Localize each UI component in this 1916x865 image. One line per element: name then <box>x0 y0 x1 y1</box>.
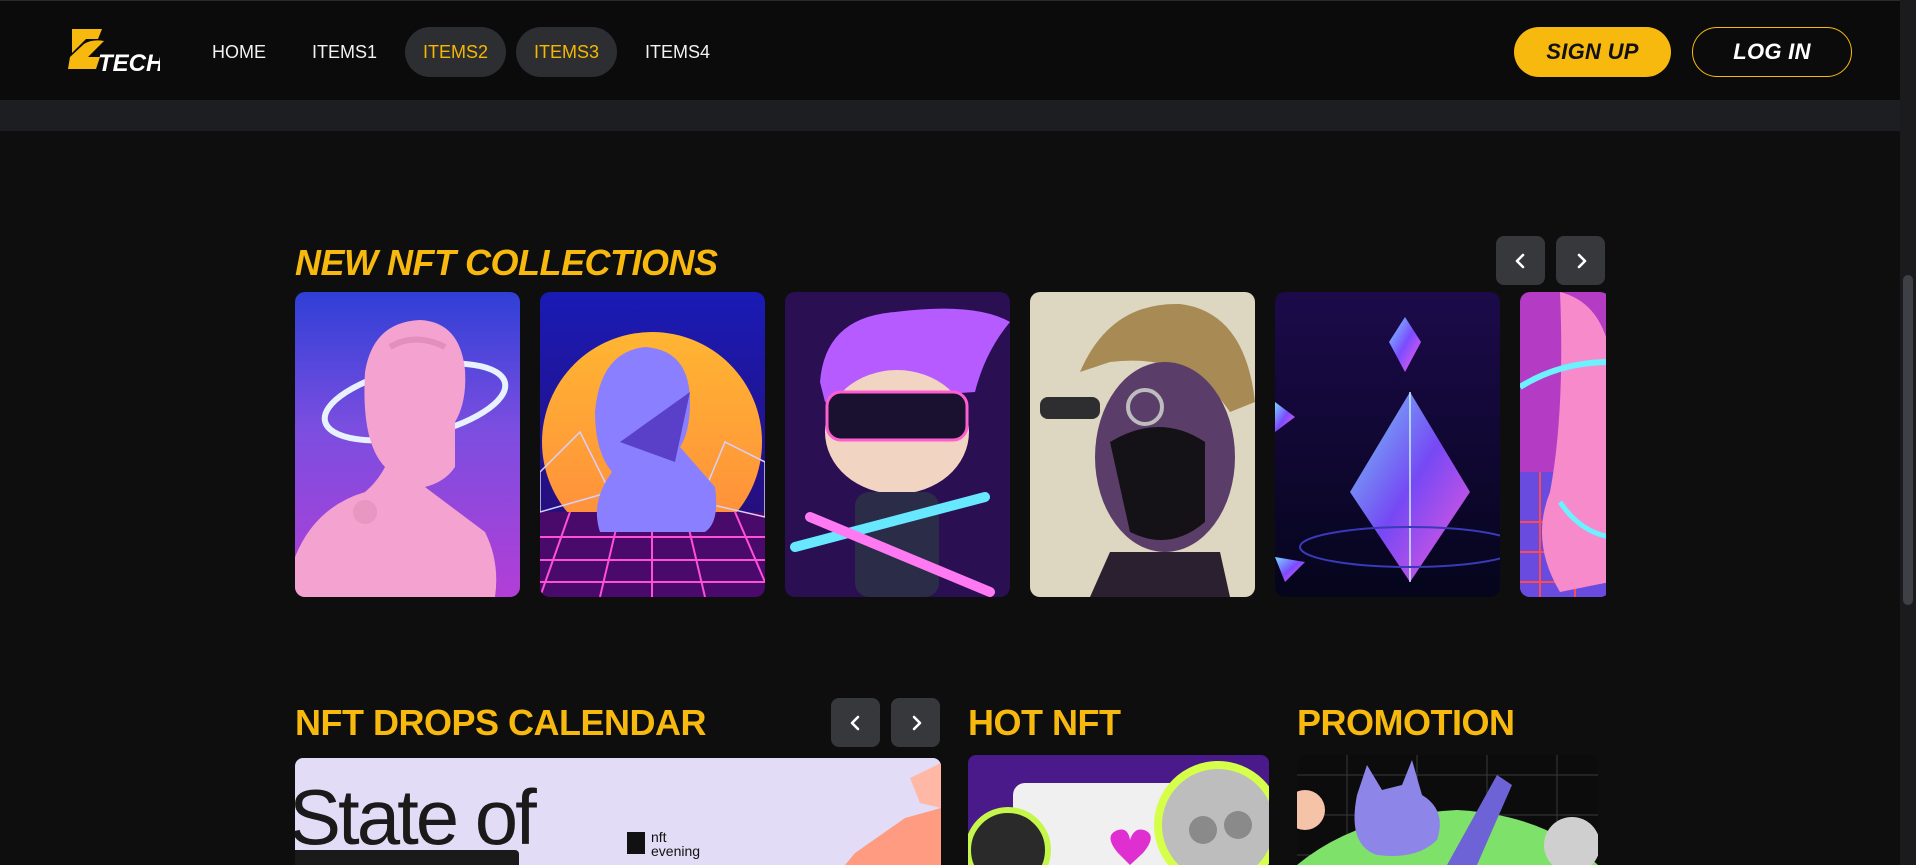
chevron-right-icon <box>1577 253 1586 268</box>
drops-prev-button[interactable] <box>831 698 880 747</box>
nav-items1[interactable]: ITEMS1 <box>294 27 395 77</box>
promotion-title: PROMOTION <box>1297 702 1515 743</box>
log-in-button[interactable]: LOG IN <box>1692 27 1852 77</box>
nav-items3[interactable]: ITEMS3 <box>516 27 618 77</box>
collections-next-button[interactable] <box>1556 236 1605 285</box>
nft-card-pink-bust[interactable] <box>295 292 520 597</box>
sub-header-bar <box>0 100 1900 131</box>
scrollbar-thumb[interactable] <box>1903 275 1913 605</box>
banner-partial-text <box>295 850 519 865</box>
drops-next-button[interactable] <box>891 698 940 747</box>
chevron-left-icon <box>1515 253 1524 268</box>
top-navbar: TECH HOME ITEMS1 ITEMS2 ITEMS3 ITEMS4 SI… <box>0 0 1900 100</box>
logo[interactable]: TECH <box>68 27 164 77</box>
collections-prev-button[interactable] <box>1496 236 1545 285</box>
sign-up-button[interactable]: SIGN UP <box>1514 27 1671 77</box>
nft-card-sunset-statue[interactable] <box>540 292 765 597</box>
nav-items2[interactable]: ITEMS2 <box>405 27 507 77</box>
nav-items4[interactable]: ITEMS4 <box>627 27 728 77</box>
collections-carousel <box>295 292 1606 597</box>
hot-nft-title: HOT NFT <box>968 702 1121 743</box>
main-nav: HOME ITEMS1 ITEMS2 ITEMS3 ITEMS4 <box>194 27 728 77</box>
nft-card-pink-statue-partial[interactable] <box>1520 292 1606 597</box>
chevron-left-icon <box>850 715 859 730</box>
nft-card-ethereum-crystal[interactable] <box>1275 292 1500 597</box>
drops-banner[interactable]: State of nft evening <box>295 758 941 865</box>
chevron-right-icon <box>912 715 921 730</box>
banner-brand: nft evening <box>651 829 701 859</box>
nft-evening-logo <box>627 832 645 854</box>
drops-title: NFT DROPS CALENDAR <box>295 702 707 743</box>
page: TECH HOME ITEMS1 ITEMS2 ITEMS3 ITEMS4 SI… <box>0 0 1916 865</box>
hot-nft-card[interactable] <box>968 755 1269 865</box>
nft-card-hat-mask[interactable] <box>1030 292 1255 597</box>
logo-text: TECH <box>98 50 160 77</box>
nav-home[interactable]: HOME <box>194 27 284 77</box>
collections-title: NEW NFT COLLECTIONS <box>295 242 718 283</box>
nft-card-purple-hair-kid[interactable] <box>785 292 1010 597</box>
promotion-card[interactable] <box>1297 755 1598 865</box>
